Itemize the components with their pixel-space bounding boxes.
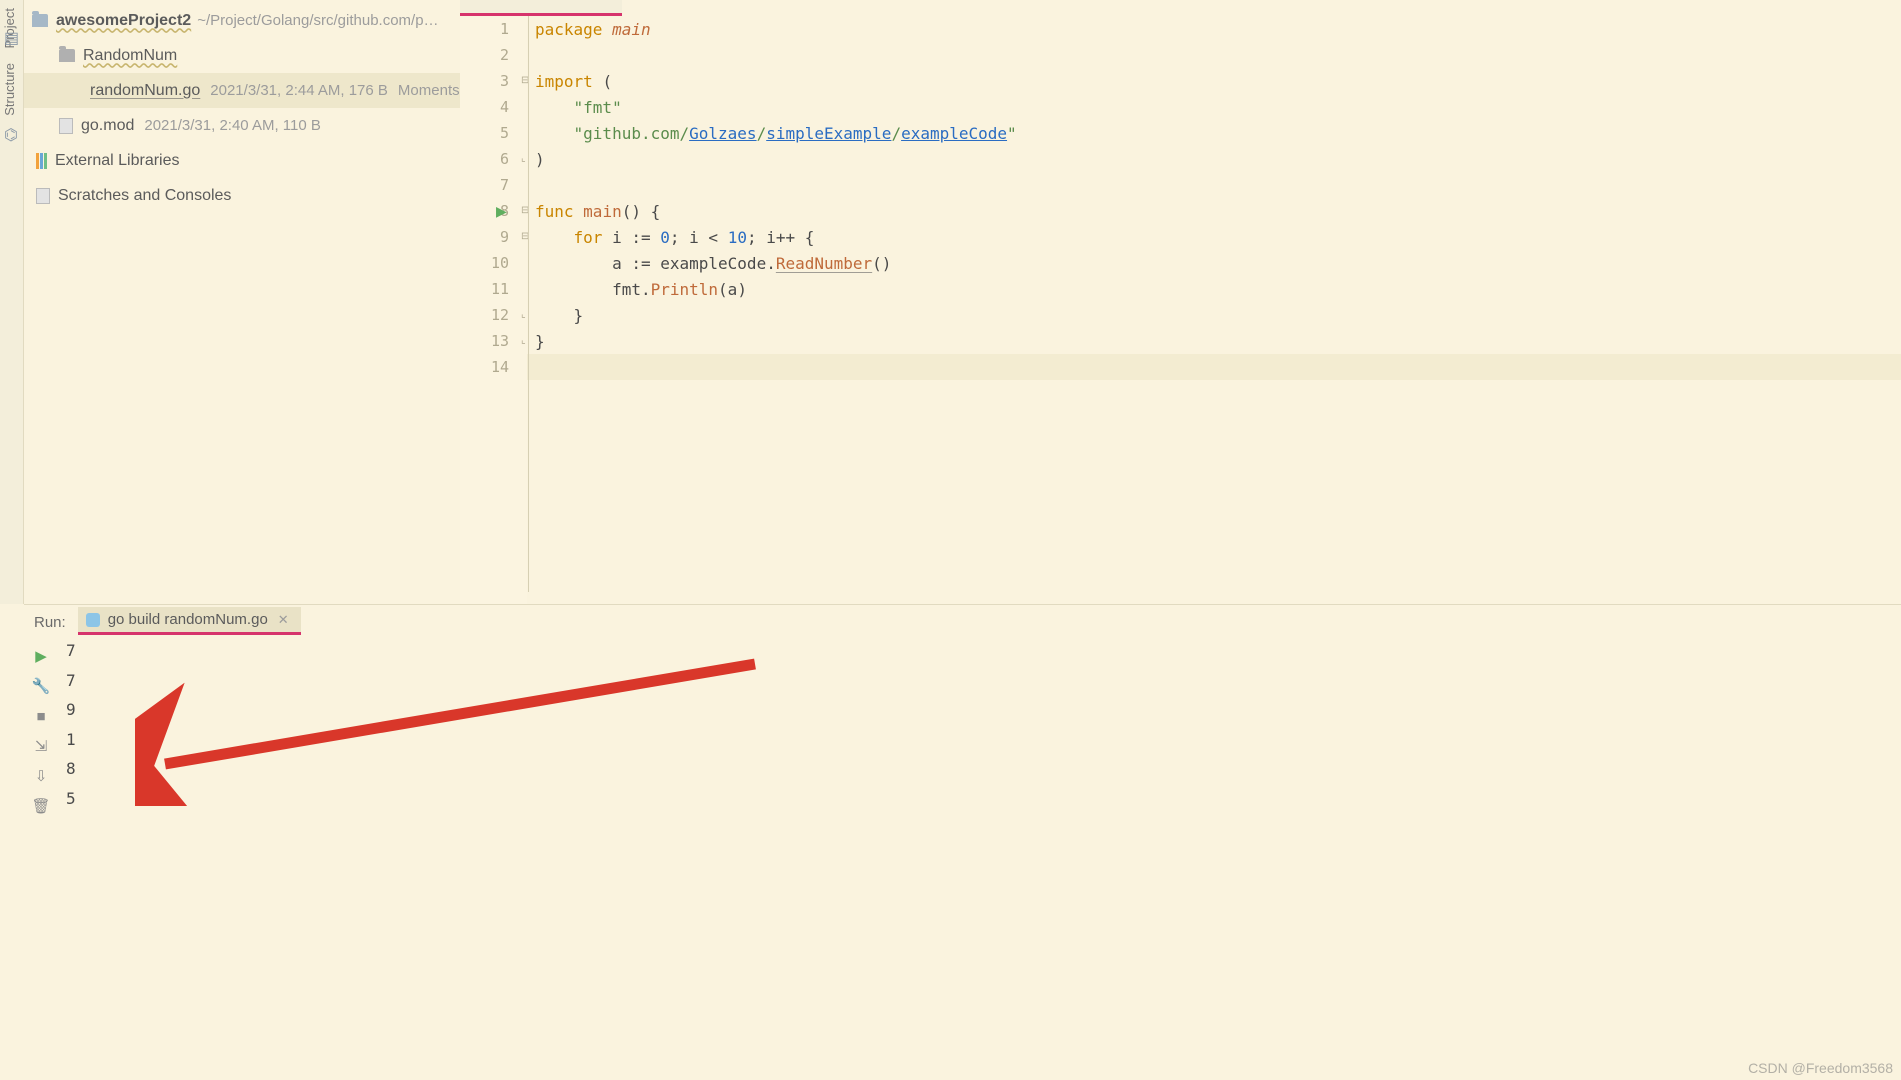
line-number: 11 bbox=[491, 280, 509, 298]
code-line: package main bbox=[535, 20, 651, 39]
output-line: 7 bbox=[66, 641, 1901, 671]
run-tab[interactable]: go build randomNum.go ✕ bbox=[78, 607, 301, 635]
gomod-name: go.mod bbox=[81, 117, 134, 135]
tree-scratches[interactable]: Scratches and Consoles bbox=[24, 178, 460, 213]
tree-package[interactable]: RandomNum bbox=[24, 38, 460, 73]
output-line: 7 bbox=[66, 671, 1901, 701]
scratches-label: Scratches and Consoles bbox=[58, 187, 231, 205]
output-line: 9 bbox=[66, 700, 1901, 730]
code-line: } bbox=[535, 332, 545, 351]
line-number: 13 bbox=[491, 332, 509, 350]
gomod-meta: 2021/3/31, 2:40 AM, 110 B bbox=[144, 117, 321, 134]
project-tree[interactable]: awesomeProject2 ~/Project/Golang/src/git… bbox=[24, 3, 460, 604]
code-line: "github.com/Golzaes/simpleExample/exampl… bbox=[535, 124, 1017, 143]
tree-file-randomnum[interactable]: randomNum.go 2021/3/31, 2:44 AM, 176 B M… bbox=[24, 73, 460, 108]
settings-button[interactable]: 🔧 bbox=[26, 671, 56, 701]
fold-end-icon[interactable]: ⌞ bbox=[521, 153, 533, 165]
structure-tool-tab[interactable]: Structure bbox=[0, 55, 19, 124]
code-line: for i := 0; i < 10; i++ { bbox=[535, 228, 814, 247]
line-number: 6 bbox=[500, 150, 509, 168]
libraries-icon bbox=[36, 153, 39, 169]
file-meta: 2021/3/31, 2:44 AM, 176 B bbox=[210, 82, 388, 99]
trash-button[interactable]: 🗑 bbox=[26, 791, 56, 821]
code-line: import ( bbox=[535, 72, 612, 91]
run-gutter-icon[interactable]: ▶ bbox=[496, 203, 507, 220]
scratch-icon bbox=[36, 188, 50, 204]
external-label: External Libraries bbox=[55, 152, 180, 170]
fold-start-icon[interactable]: ⊟ bbox=[521, 75, 533, 87]
pkg-name: RandomNum bbox=[83, 47, 177, 65]
run-label: Run: bbox=[34, 614, 66, 635]
output-line: 8 bbox=[66, 759, 1901, 789]
layout-button[interactable]: ⇲ bbox=[26, 731, 56, 761]
run-output[interactable]: 7 7 9 1 8 5 bbox=[66, 641, 1901, 1080]
line-number: 7 bbox=[500, 176, 509, 194]
close-icon[interactable]: ✕ bbox=[278, 612, 289, 628]
file-meta2: Moments ago bbox=[398, 82, 460, 99]
run-toolbar: ▶ 🔧 ■ ⇲ ⇩ 🗑 bbox=[26, 641, 60, 821]
code-line: ) bbox=[535, 150, 545, 169]
output-line: 1 bbox=[66, 730, 1901, 760]
tree-root[interactable]: awesomeProject2 ~/Project/Golang/src/git… bbox=[24, 3, 460, 38]
rerun-button[interactable]: ▶ bbox=[26, 641, 56, 671]
line-number: 5 bbox=[500, 124, 509, 142]
folder-icon bbox=[32, 14, 48, 27]
editor-gutter[interactable]: 1 2 3 4 5 6 7 8 ▶ 9 10 11 12 13 14 bbox=[460, 16, 527, 604]
file-name: randomNum.go bbox=[90, 82, 200, 100]
line-number: 9 bbox=[500, 228, 509, 246]
stop-button[interactable]: ■ bbox=[26, 701, 56, 731]
run-tab-title: go build randomNum.go bbox=[108, 611, 268, 628]
code-line: func main() { bbox=[535, 202, 660, 221]
line-number: 2 bbox=[500, 46, 509, 64]
line-number: 14 bbox=[491, 358, 509, 376]
code-editor[interactable]: 1 2 3 4 5 6 7 8 ▶ 9 10 11 12 13 14 ⊟ ⌞ ⊟… bbox=[460, 16, 1901, 604]
editor-tab-active[interactable] bbox=[460, 0, 622, 16]
line-number: 1 bbox=[500, 20, 509, 38]
code-line: fmt.Println(a) bbox=[535, 280, 747, 299]
left-toolbar: Project ▤ Structure ⌬ bbox=[0, 0, 24, 604]
output-line: 5 bbox=[66, 789, 1901, 819]
line-number: 4 bbox=[500, 98, 509, 116]
run-header: Run: go build randomNum.go ✕ bbox=[24, 605, 1901, 635]
tree-file-gomod[interactable]: go.mod 2021/3/31, 2:40 AM, 110 B bbox=[24, 108, 460, 143]
tree-external-libraries[interactable]: External Libraries bbox=[24, 143, 460, 178]
watermark: CSDN @Freedom3568 bbox=[1748, 1060, 1893, 1076]
structure-icon: ⌬ bbox=[4, 125, 20, 141]
code-line: } bbox=[535, 306, 583, 325]
go-file-icon bbox=[86, 613, 100, 627]
line-number: 3 bbox=[500, 72, 509, 90]
structure-tab-label: Structure bbox=[2, 63, 17, 116]
line-number: 10 bbox=[491, 254, 509, 272]
mod-file-icon bbox=[59, 118, 73, 134]
folder-icon: ▤ bbox=[4, 28, 20, 44]
indent-guide bbox=[528, 16, 529, 592]
fold-start-icon[interactable]: ⊟ bbox=[521, 205, 533, 217]
line-number: 12 bbox=[491, 306, 509, 324]
fold-start-icon[interactable]: ⊟ bbox=[521, 231, 533, 243]
editor-tabs bbox=[460, 0, 1460, 16]
code-area[interactable]: package main import ( "fmt" "github.com/… bbox=[535, 16, 1901, 604]
code-line: "fmt" bbox=[535, 98, 622, 117]
fold-end-icon[interactable]: ⌞ bbox=[521, 335, 533, 347]
code-line: a := exampleCode.ReadNumber() bbox=[535, 254, 891, 273]
root-path: ~/Project/Golang/src/github.com/p… bbox=[197, 12, 438, 29]
folder-icon bbox=[59, 49, 75, 62]
run-panel: Run: go build randomNum.go ✕ ▶ 🔧 ■ ⇲ ⇩ 🗑… bbox=[24, 604, 1901, 1080]
root-name: awesomeProject2 bbox=[56, 12, 191, 30]
fold-end-icon[interactable]: ⌞ bbox=[521, 309, 533, 321]
dump-threads-button[interactable]: ⇩ bbox=[26, 761, 56, 791]
